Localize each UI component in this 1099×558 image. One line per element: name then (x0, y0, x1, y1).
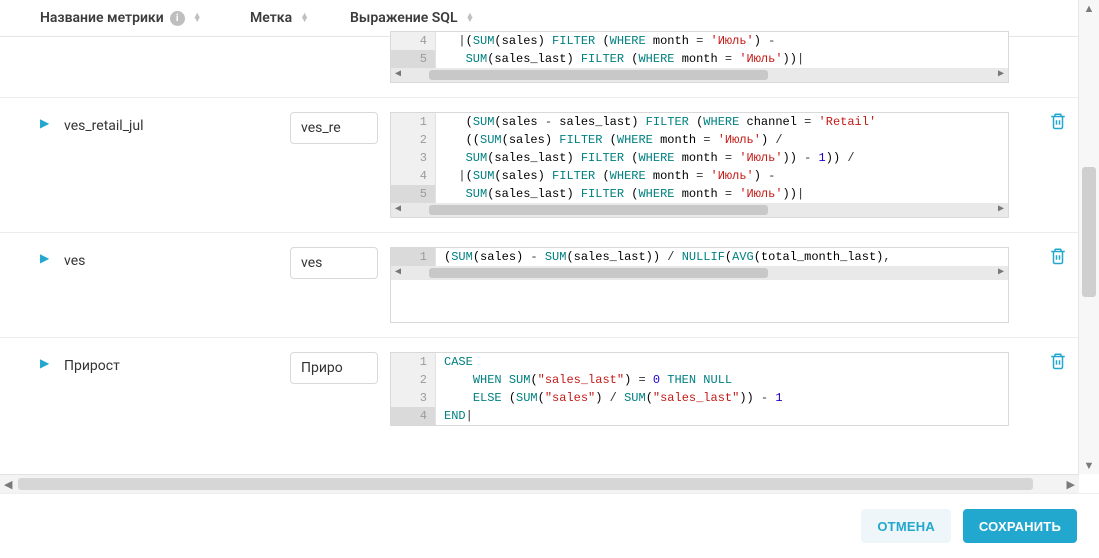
editor-hscroll-thumb[interactable] (429, 70, 768, 80)
vertical-scrollbar[interactable]: ▲ ▼ (1078, 0, 1099, 474)
sql-cell: 4 |(SUM(sales) FILTER (WHERE month = 'Ию… (390, 31, 1079, 83)
scroll-right-icon[interactable]: ▶ (1067, 478, 1075, 491)
content-area: Название метрики i ▲▼ Метка ▲▼ Выражение… (0, 0, 1099, 474)
metric-row: 4 |(SUM(sales) FILTER (WHERE month = 'Ию… (0, 31, 1079, 98)
label-input[interactable]: ves_re (290, 112, 378, 144)
label-cell: ves_re (290, 112, 390, 144)
sql-editor[interactable]: 1CASE2 WHEN SUM("sales_last") = 0 THEN N… (390, 352, 1009, 426)
label-input[interactable]: ves (290, 247, 378, 279)
expand-icon[interactable]: ▶ (40, 112, 64, 130)
scroll-thumb[interactable] (1082, 167, 1096, 297)
editor-hscroll[interactable]: ◀▶ (391, 266, 1008, 280)
scroll-right-icon[interactable]: ▶ (998, 66, 1004, 84)
editor-hscroll-thumb[interactable] (429, 205, 768, 215)
info-icon[interactable]: i (170, 11, 185, 26)
metric-name: ves_retail_jul (64, 112, 290, 134)
metric-row: ▶ПриростПриро 1CASE2 WHEN SUM("sales_last… (0, 338, 1079, 440)
col-header-name[interactable]: Название метрики i ▲▼ (40, 10, 250, 26)
metric-row: ▶vesves1(SUM(sales) - SUM(sales_last)) /… (0, 233, 1079, 338)
label-cell: Приро (290, 352, 390, 384)
scroll-right-icon[interactable]: ▶ (998, 264, 1004, 282)
col-header-label[interactable]: Метка ▲▼ (250, 10, 350, 26)
delete-button[interactable] (1049, 112, 1067, 134)
scroll-track[interactable] (1082, 17, 1096, 457)
expand-icon[interactable]: ▶ (40, 247, 64, 265)
save-button[interactable]: СОХРАНИТЬ (963, 509, 1077, 543)
scroll-left-icon[interactable]: ◀ (395, 264, 401, 282)
label-cell: ves (290, 247, 390, 279)
sql-editor[interactable]: 1 (SUM(sales - sales_last) FILTER (WHERE… (390, 112, 1009, 218)
col-header-sql-label: Выражение SQL (350, 10, 458, 26)
label-input[interactable]: Приро (290, 352, 378, 384)
sort-handle[interactable]: ▲▼ (466, 14, 475, 22)
scroll-left-icon[interactable]: ◀ (395, 66, 401, 84)
editor-hscroll[interactable]: ◀▶ (391, 68, 1008, 82)
metric-name: Прирост (64, 352, 290, 374)
sort-handle[interactable]: ▲▼ (193, 14, 202, 22)
col-header-name-label: Название метрики (40, 10, 164, 26)
col-header-sql[interactable]: Выражение SQL ▲▼ (350, 10, 1079, 26)
scroll-up-icon[interactable]: ▲ (1084, 0, 1095, 17)
metric-row: ▶ves_retail_julves_re1 (SUM(sales - sale… (0, 98, 1079, 233)
rows-host: 4 |(SUM(sales) FILTER (WHERE month = 'Ию… (0, 31, 1079, 440)
main-panel: Название метрики i ▲▼ Метка ▲▼ Выражение… (0, 0, 1079, 474)
sql-editor[interactable]: 4 |(SUM(sales) FILTER (WHERE month = 'Ию… (390, 31, 1009, 83)
delete-button[interactable] (1049, 352, 1067, 374)
sql-cell: 1 (SUM(sales - sales_last) FILTER (WHERE… (390, 112, 1079, 218)
sql-editor[interactable]: 1(SUM(sales) - SUM(sales_last)) / NULLIF… (390, 247, 1009, 323)
scroll-left-icon[interactable]: ◀ (4, 478, 12, 491)
metric-name: ves (64, 247, 290, 269)
metrics-editor-modal: Название метрики i ▲▼ Метка ▲▼ Выражение… (0, 0, 1099, 558)
sql-cell: 1CASE2 WHEN SUM("sales_last") = 0 THEN N… (390, 352, 1079, 426)
editor-hscroll[interactable]: ◀▶ (391, 203, 1008, 217)
footer: ОТМЕНА СОХРАНИТЬ (0, 493, 1099, 558)
scroll-left-icon[interactable]: ◀ (395, 201, 401, 219)
hscroll-thumb[interactable] (18, 478, 1033, 490)
expand-icon[interactable]: ▶ (40, 352, 64, 370)
scroll-right-icon[interactable]: ▶ (998, 201, 1004, 219)
cancel-button[interactable]: ОТМЕНА (861, 509, 951, 543)
sql-cell: 1(SUM(sales) - SUM(sales_last)) / NULLIF… (390, 247, 1079, 323)
col-header-label-text: Метка (250, 10, 292, 26)
sort-handle[interactable]: ▲▼ (300, 14, 309, 22)
editor-hscroll-thumb[interactable] (429, 268, 768, 278)
horizontal-scrollbar[interactable]: ◀ ▶ (0, 474, 1079, 493)
scroll-down-icon[interactable]: ▼ (1084, 457, 1095, 474)
delete-button[interactable] (1049, 247, 1067, 269)
